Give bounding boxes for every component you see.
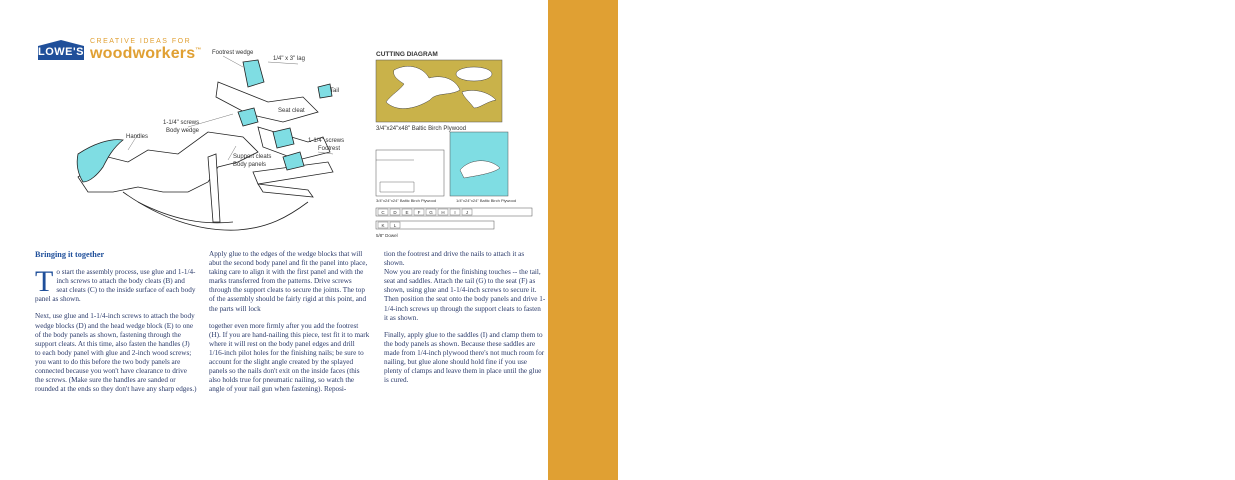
drop-cap: T — [35, 265, 54, 299]
paragraph: To start the assembly process, use glue … — [35, 265, 197, 304]
section-heading: Bringing it together — [35, 250, 105, 259]
sheet1-label: 3/4"x24"x48" Baltic Birch Plywood — [376, 126, 466, 132]
part-letter: F — [418, 210, 421, 215]
label-support-cleats: Support cleats — [233, 154, 271, 160]
dowel-label: 5/8" Dowel — [376, 233, 398, 238]
plywood-sheet-small — [375, 149, 445, 197]
footrest-edge — [257, 183, 314, 198]
paragraph: Next, use glue and 1-1/4-inch screws to … — [35, 312, 197, 394]
part-letter: I — [454, 210, 455, 215]
label-seat-cleat: Seat cleat — [278, 108, 305, 114]
label-screws-b: 1-1/4" screws — [308, 138, 344, 144]
label-footrest-wedge: Footrest wedge — [212, 50, 254, 56]
label-screws-a: 1-1/4" screws — [163, 120, 199, 126]
label-lag: 1/4" x 3" lag — [273, 56, 305, 62]
leader-line — [267, 61, 299, 65]
label-tail: Tail — [330, 88, 339, 94]
cutting-title: CUTTING DIAGRAM — [376, 51, 438, 58]
seat-pattern — [455, 66, 493, 82]
part-letter: J — [466, 210, 468, 215]
accent-stripe — [548, 0, 618, 480]
seat-piece — [215, 81, 319, 123]
part-letter: G — [429, 210, 433, 215]
label-body-panels: Body panels — [233, 162, 266, 168]
part-letter: E — [405, 210, 408, 215]
leader-line — [222, 55, 244, 68]
label-handles: Handles — [126, 134, 148, 140]
paragraph: tion the footrest and drive the nails to… — [384, 250, 525, 268]
text-column-2: Apply glue to the edges of the wedge blo… — [209, 250, 371, 402]
blank-area — [618, 0, 1235, 480]
paragraph: Finally, apply glue to the saddles (I) a… — [384, 330, 545, 385]
paragraph: together even more firmly after you add … — [209, 321, 370, 394]
label-footrest: Footrest — [318, 146, 340, 152]
paragraph: Apply glue to the edges of the wedge blo… — [209, 250, 368, 313]
sheet2-label: 3/4"x24"x24" Baltic Birch Plywood — [376, 198, 436, 203]
assembly-diagram: Footrest wedge 1/4" x 3" lag 1-1/4" scre… — [76, 50, 344, 231]
cutting-diagram: CUTTING DIAGRAM 3/4"x24"x48" Baltic Birc… — [375, 51, 533, 238]
part-letter: H — [441, 210, 444, 215]
text-column-1: Bringing it together To start the assemb… — [35, 250, 197, 402]
label-body-wedge: Body wedge — [166, 128, 200, 134]
sheet3-label: 1/4"x24"x24" Baltic Birch Plywood — [456, 198, 516, 203]
cleat-part — [272, 127, 295, 149]
document-page: LOWE'S CREATIVE IDEAS FOR woodworkers™ F… — [0, 0, 548, 480]
paragraph: Now you are ready for the finishing touc… — [384, 268, 546, 322]
tail-part — [242, 59, 265, 88]
text-column-3: tion the footrest and drive the nails to… — [384, 250, 546, 393]
paragraph-text: o start the assembly process, use glue a… — [35, 268, 196, 304]
part-letter: K — [381, 223, 384, 228]
